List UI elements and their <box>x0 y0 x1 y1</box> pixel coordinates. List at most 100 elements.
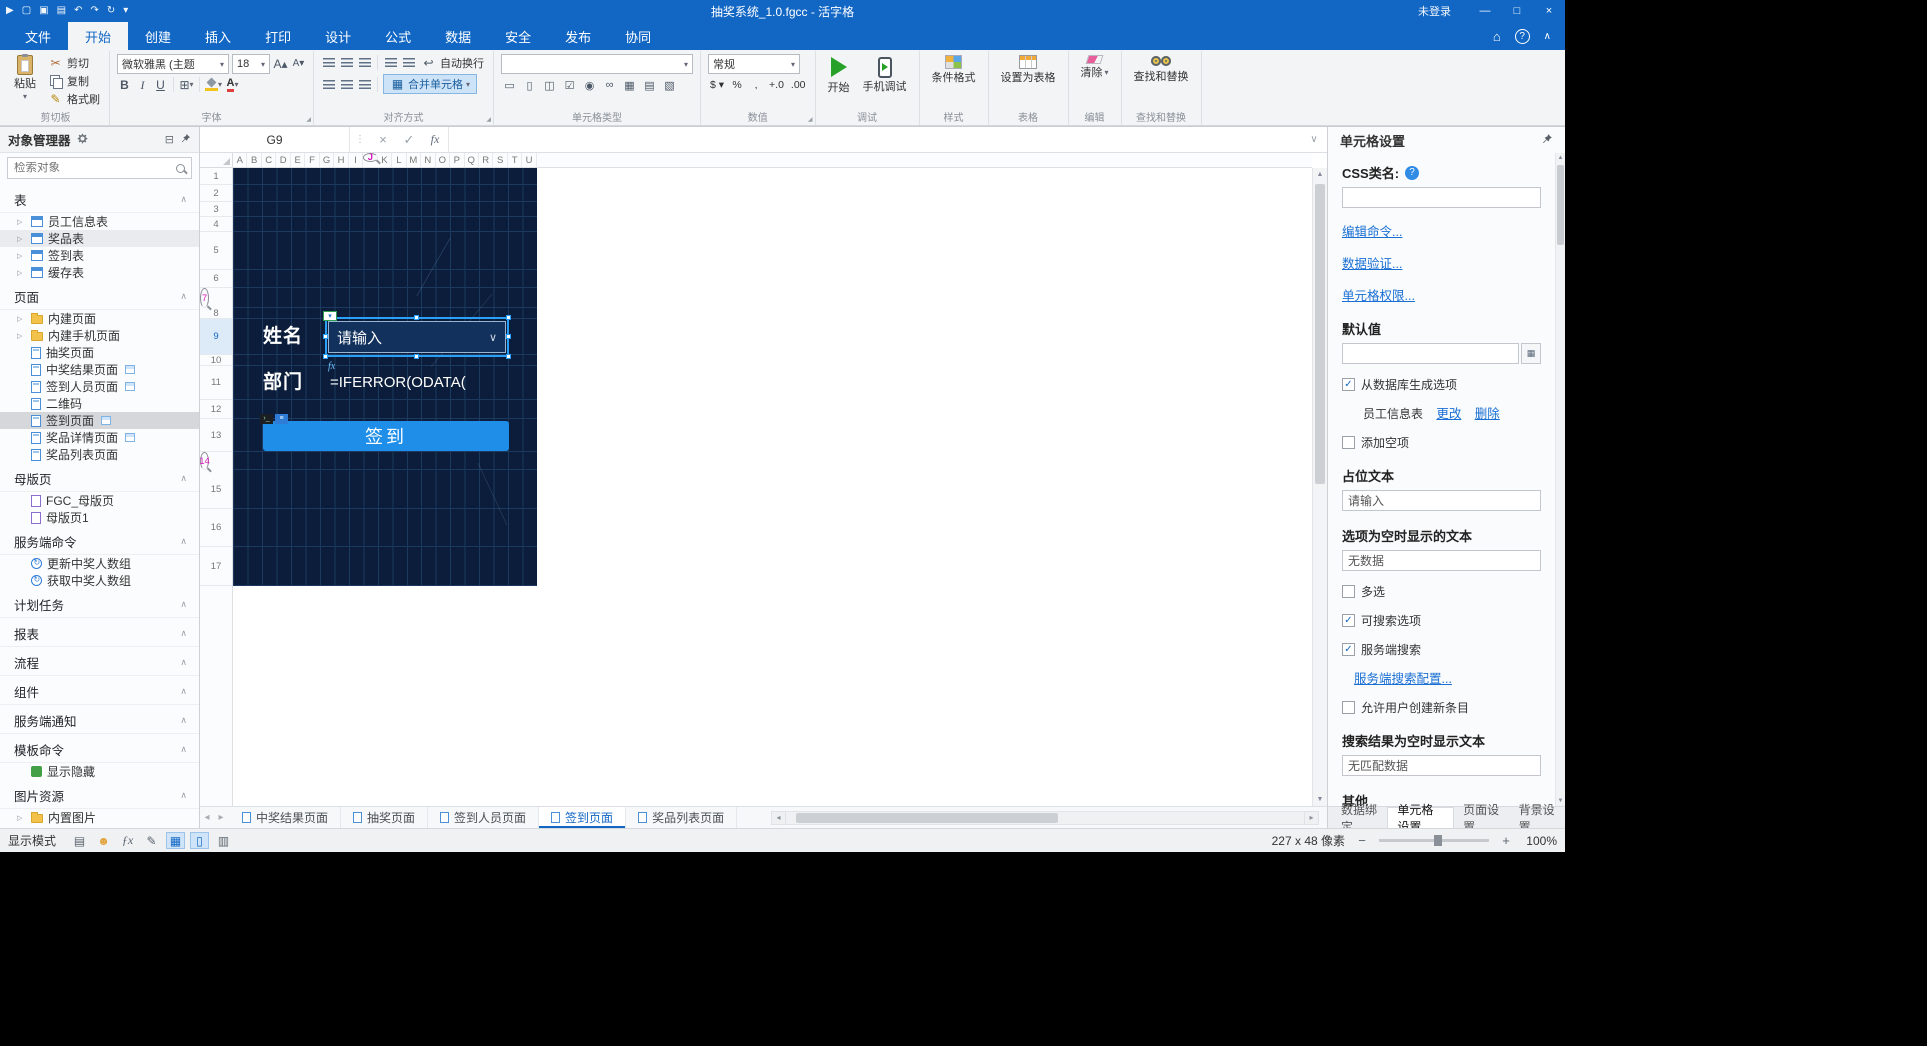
pill-type-icon[interactable]: ◫ <box>541 77 558 93</box>
namebox-splitter[interactable]: ⋮ <box>350 134 370 145</box>
tree-item[interactable]: 背景图片.png <box>0 826 199 828</box>
row-header-15[interactable]: 15 <box>200 470 232 509</box>
font-family-select[interactable]: 微软雅黑 (主题 ▾ <box>117 54 229 74</box>
tree-section-6[interactable]: 报表 ∧ <box>0 620 199 647</box>
confirm-icon[interactable]: ✓ <box>396 132 422 148</box>
list-icon[interactable]: ▥ <box>214 832 233 849</box>
merge-cells-button[interactable]: ▦ 合并单元格 ▾ <box>383 74 478 94</box>
empty-options-input[interactable] <box>1342 550 1541 571</box>
collapse-formula-bar-icon[interactable]: ∨ <box>1301 134 1327 145</box>
collapse-ribbon-icon[interactable]: ∧ <box>1544 31 1551 42</box>
ribbon-tab-8[interactable]: 数据 <box>428 22 488 50</box>
column-header-K[interactable]: K <box>378 153 393 167</box>
row-header-7[interactable]: 7 <box>200 288 209 308</box>
underline-button[interactable]: U <box>153 77 168 92</box>
name-label-cell[interactable]: 姓名 <box>263 319 303 355</box>
celltype-select[interactable]: ▾ <box>501 54 693 74</box>
column-header-H[interactable]: H <box>334 153 349 167</box>
maximize-icon[interactable]: □ <box>1501 0 1533 22</box>
ribbon-tab-2[interactable]: 开始 <box>68 22 129 50</box>
tree-item[interactable]: 显示隐藏 <box>0 763 199 780</box>
column-header-M[interactable]: M <box>407 153 422 167</box>
date-type-icon[interactable]: ▦ <box>621 77 638 93</box>
insert-function-icon[interactable]: fx <box>422 132 448 147</box>
grid-icon[interactable]: ▦ <box>166 832 186 849</box>
vertical-scroll-thumb[interactable] <box>1315 184 1325 484</box>
pin-icon[interactable] <box>180 133 191 147</box>
panel-tab-4[interactable]: 背景设置 <box>1510 803 1565 829</box>
search-input[interactable] <box>14 162 172 174</box>
tree-item[interactable]: 签到人员页面 <box>0 378 199 395</box>
dept-formula-cell[interactable]: =IFERROR(ODATA( <box>330 366 466 400</box>
tree-item[interactable]: ▷ 奖品表 <box>0 230 199 247</box>
column-header-N[interactable]: N <box>421 153 436 167</box>
generate-from-db-checkbox[interactable]: ✓ <box>1342 378 1355 391</box>
align-center-button[interactable] <box>339 77 354 92</box>
chevron-up-icon[interactable]: ∧ <box>180 790 187 801</box>
tree-item[interactable]: ▷ 员工信息表 <box>0 213 199 230</box>
chevron-up-icon[interactable]: ∧ <box>180 715 187 726</box>
copy-button[interactable]: 复制 <box>46 72 102 89</box>
row-header-14[interactable]: 14 <box>200 452 210 470</box>
tree-item[interactable]: 签到页面 <box>0 412 199 429</box>
expander-icon[interactable]: ▷ <box>17 218 26 226</box>
search-box[interactable] <box>7 157 192 179</box>
row-header-12[interactable]: 12 <box>200 400 232 419</box>
panel-scrollbar[interactable]: ▲ ▼ <box>1555 153 1565 806</box>
vertical-scrollbar[interactable]: ▲ ▼ <box>1312 168 1327 806</box>
row-header-10[interactable]: 10 <box>200 355 232 366</box>
panel-scroll-thumb[interactable] <box>1557 165 1564 245</box>
tree-item[interactable]: 奖品列表页面 <box>0 446 199 463</box>
sheet-tab-4[interactable]: 签到页面 <box>539 807 627 828</box>
scroll-down-icon[interactable]: ▼ <box>1556 798 1565 804</box>
tree-item[interactable]: ▷ 内建页面 <box>0 310 199 327</box>
delete-link[interactable]: 删除 <box>1475 407 1500 421</box>
column-header-O[interactable]: O <box>436 153 451 167</box>
login-status[interactable]: 未登录 <box>1418 3 1451 19</box>
searchable-checkbox[interactable]: ✓ <box>1342 614 1355 627</box>
column-header-Q[interactable]: Q <box>465 153 479 167</box>
checkbox-type-icon[interactable]: ☑ <box>561 77 578 93</box>
fill-color-button[interactable]: ▾ <box>205 77 222 92</box>
more-icon[interactable]: ▾ <box>123 6 128 16</box>
allow-create-checkbox[interactable] <box>1342 701 1355 714</box>
row-header-2[interactable]: 2 <box>200 185 232 202</box>
column-header-T[interactable]: T <box>508 153 523 167</box>
help-icon[interactable]: ? <box>1514 28 1530 44</box>
sheet-tab-3[interactable]: 签到人员页面 <box>428 807 540 828</box>
bold-button[interactable]: B <box>117 77 132 92</box>
tree-item[interactable]: 二维码 <box>0 395 199 412</box>
chevron-up-icon[interactable]: ∧ <box>180 599 187 610</box>
ribbon-tab-6[interactable]: 设计 <box>308 22 368 50</box>
decrease-decimal-icon[interactable]: .00 <box>789 77 808 93</box>
collapse-panel-icon[interactable]: ⊟ <box>165 133 174 146</box>
column-header-G[interactable]: G <box>320 153 335 167</box>
image-type-icon[interactable]: ▧ <box>661 77 678 93</box>
tree-item[interactable]: 抽奖页面 <box>0 344 199 361</box>
chevron-up-icon[interactable]: ∧ <box>180 628 187 639</box>
italic-button[interactable]: I <box>135 77 150 92</box>
cut-button[interactable]: ✂ 剪切 <box>46 54 102 71</box>
tree-section-1[interactable]: 表 ∧ <box>0 186 199 213</box>
column-header-F[interactable]: F <box>305 153 320 167</box>
clear-button[interactable]: 清除 ▾ <box>1076 54 1114 80</box>
row-header-4[interactable]: 4 <box>200 217 232 232</box>
expander-icon[interactable]: ▷ <box>17 332 26 340</box>
chevron-up-icon[interactable]: ∧ <box>180 686 187 697</box>
home-icon[interactable]: ⌂ <box>1493 29 1501 44</box>
tree-item[interactable]: 更新中奖人数组 <box>0 555 199 572</box>
chevron-up-icon[interactable]: ∧ <box>180 536 187 547</box>
align-top-button[interactable] <box>321 55 336 70</box>
align-bottom-button[interactable] <box>357 55 372 70</box>
no-match-input[interactable] <box>1342 755 1541 776</box>
sheet-nav-left-icon[interactable]: ◂ <box>200 812 214 823</box>
css-class-input[interactable] <box>1342 187 1541 208</box>
font-color-button[interactable]: A ▾ <box>225 77 240 92</box>
horizontal-scroll-thumb[interactable] <box>796 812 1058 823</box>
change-link[interactable]: 更改 <box>1436 407 1461 421</box>
row-header-9[interactable]: 9 <box>200 319 232 355</box>
scroll-up-icon[interactable]: ▲ <box>1313 171 1327 178</box>
tree-item[interactable]: 奖品详情页面 <box>0 429 199 446</box>
tree-section-9[interactable]: 服务端通知 ∧ <box>0 707 199 734</box>
add-empty-checkbox[interactable] <box>1342 436 1355 449</box>
